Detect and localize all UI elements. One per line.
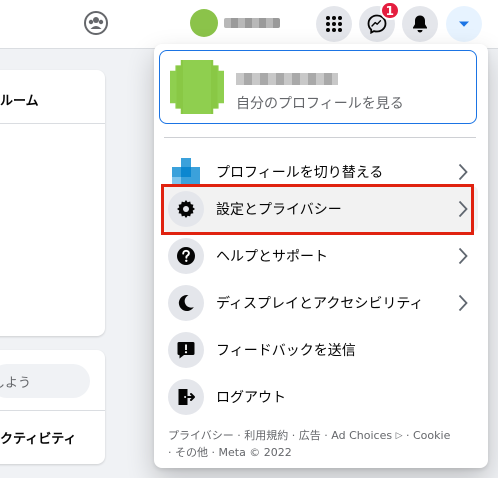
moon-icon: [168, 285, 204, 321]
logout-icon: [168, 379, 204, 415]
profile-card[interactable]: 自分のプロフィールを見る: [159, 50, 477, 124]
menu-item-label: ログアウト: [216, 390, 286, 406]
post-input-placeholder: しよう: [0, 375, 32, 391]
cookie-link[interactable]: Cookie: [413, 429, 450, 442]
notification-badge: 1: [379, 1, 400, 20]
copyright-text: Meta © 2022: [218, 446, 292, 459]
post-input[interactable]: しよう: [0, 364, 90, 398]
bell-icon: [413, 15, 427, 33]
background-card-activity: しよう クティビティ: [0, 350, 105, 464]
rooms-title: ルーム: [0, 94, 39, 109]
privacy-link[interactable]: プライバシー: [168, 429, 234, 442]
menu-item-label: プロフィールを切り替える: [216, 165, 384, 181]
activity-title: クティビティ: [0, 432, 77, 447]
groups-icon[interactable]: [82, 9, 110, 37]
menu-item-send-feedback[interactable]: フィードバックを送信: [162, 327, 478, 373]
menu-item-label: ディスプレイとアクセシビリティ: [216, 296, 424, 312]
ad-choices-link[interactable]: Ad Choices: [331, 429, 392, 442]
menu-item-logout[interactable]: ログアウト: [162, 374, 478, 420]
menu-footer-links: プライバシー · 利用規約 · 広告 · Ad Choices ▷ · Cook…: [168, 429, 451, 459]
divider: [0, 123, 105, 124]
background-card-rooms: ルーム: [0, 70, 105, 336]
menu-item-display-accessibility[interactable]: ディスプレイとアクセシビリティ: [162, 280, 478, 326]
chevron-right-icon: [454, 245, 472, 267]
feedback-icon: [168, 332, 204, 368]
notifications-button[interactable]: [402, 6, 438, 42]
more-link[interactable]: その他: [175, 446, 208, 459]
messenger-button[interactable]: 1: [359, 1, 400, 42]
divider: [0, 410, 105, 411]
menu-divider: [164, 137, 476, 138]
view-profile-link: 自分のプロフィールを見る: [236, 96, 404, 112]
caret-down-icon: [459, 21, 469, 27]
menu-grid-icon: [326, 16, 342, 32]
profile-name-blurred: [224, 18, 280, 28]
profile-chip[interactable]: [190, 8, 280, 38]
ads-link[interactable]: 広告: [299, 429, 321, 442]
menu-button[interactable]: [316, 6, 352, 42]
avatar: [190, 9, 218, 37]
question-icon: [168, 238, 204, 274]
menu-item-help-support[interactable]: ヘルプとサポート: [162, 233, 478, 279]
profile-name-blurred: [236, 73, 338, 85]
terms-link[interactable]: 利用規約: [244, 429, 288, 442]
top-navigation-bar: 1: [0, 0, 498, 49]
profile-avatar: [170, 60, 224, 114]
menu-item-label: フィードバックを送信: [216, 343, 356, 359]
annotation-highlight-box: [161, 184, 474, 235]
ad-choices-icon: ▷: [395, 431, 403, 441]
account-dropdown-menu: 自分のプロフィールを見る プロフィールを切り替える 設定とプライバシー ヘルプと…: [154, 44, 488, 468]
chevron-right-icon: [454, 161, 472, 183]
account-menu-button[interactable]: [446, 6, 482, 42]
chevron-right-icon: [454, 292, 472, 314]
menu-item-label: ヘルプとサポート: [216, 249, 328, 265]
